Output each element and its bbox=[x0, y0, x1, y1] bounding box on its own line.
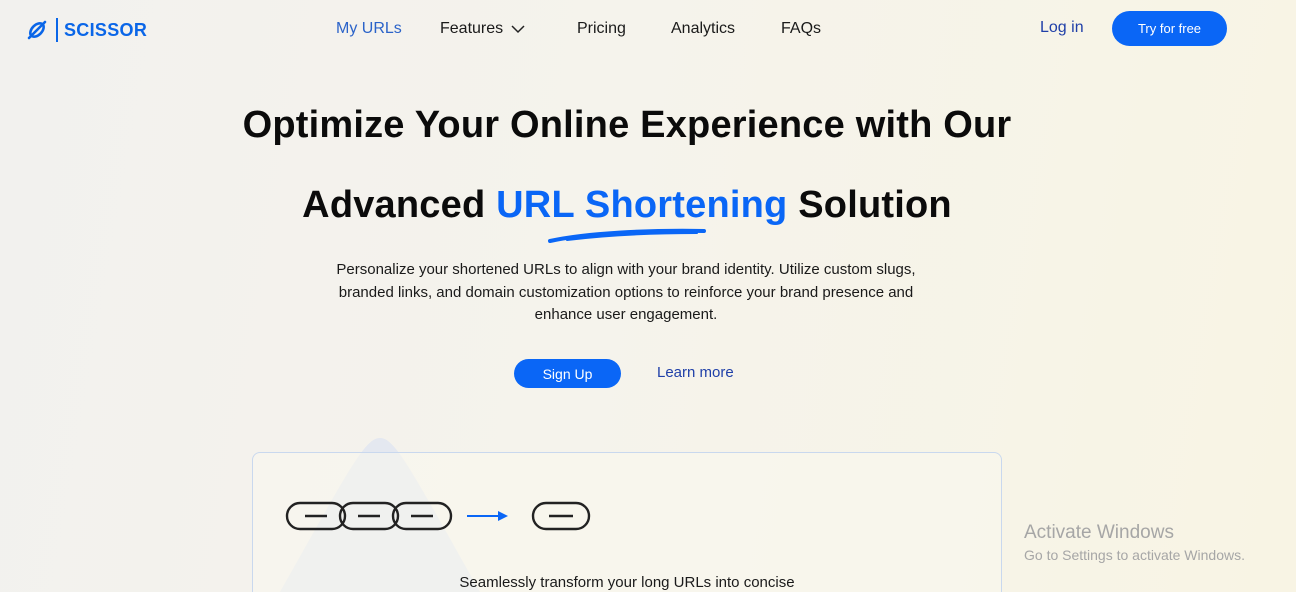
hero-title-line2: Advanced URL Shortening Solution bbox=[0, 184, 1254, 227]
short-chain-link-icon bbox=[531, 501, 591, 531]
sign-up-button[interactable]: Sign Up bbox=[514, 359, 621, 388]
arrow-right-icon bbox=[467, 511, 508, 521]
hero-description: Personalize your shortened URLs to align… bbox=[336, 261, 916, 323]
hero-title-post: Solution bbox=[798, 184, 952, 226]
brand-name: SCISSOR bbox=[64, 19, 148, 40]
activate-windows-title: Activate Windows bbox=[1024, 522, 1174, 543]
top-navbar: SCISSOR My URLs Features Pricing Analyti… bbox=[0, 0, 1296, 60]
try-for-free-button[interactable]: Try for free bbox=[1112, 11, 1227, 46]
hero-title-pre: Advanced bbox=[302, 184, 486, 226]
nav-features-label: Features bbox=[440, 20, 504, 37]
nav-analytics[interactable]: Analytics bbox=[671, 20, 735, 38]
hero-title-line1: Optimize Your Online Experience with Our bbox=[242, 104, 1012, 146]
nav-faqs[interactable]: FAQs bbox=[781, 20, 821, 38]
login-link[interactable]: Log in bbox=[1040, 19, 1084, 37]
learn-more-link[interactable]: Learn more bbox=[657, 364, 734, 381]
logo-divider bbox=[56, 18, 58, 42]
nav-features[interactable]: Features bbox=[440, 20, 525, 38]
feature-card-text: Seamlessly transform your long URLs into… bbox=[459, 574, 795, 591]
link-slash-icon bbox=[27, 20, 47, 40]
brand-logo[interactable]: SCISSOR bbox=[26, 16, 147, 44]
nav-my-urls[interactable]: My URLs bbox=[336, 20, 402, 38]
activate-windows-subtitle: Go to Settings to activate Windows. bbox=[1024, 547, 1245, 563]
chevron-down-icon bbox=[511, 25, 525, 33]
long-chain-link-icon bbox=[285, 501, 453, 531]
brush-underline-decoration bbox=[548, 228, 706, 243]
hero-title-highlight: URL Shortening bbox=[496, 184, 788, 226]
nav-pricing[interactable]: Pricing bbox=[577, 20, 626, 38]
